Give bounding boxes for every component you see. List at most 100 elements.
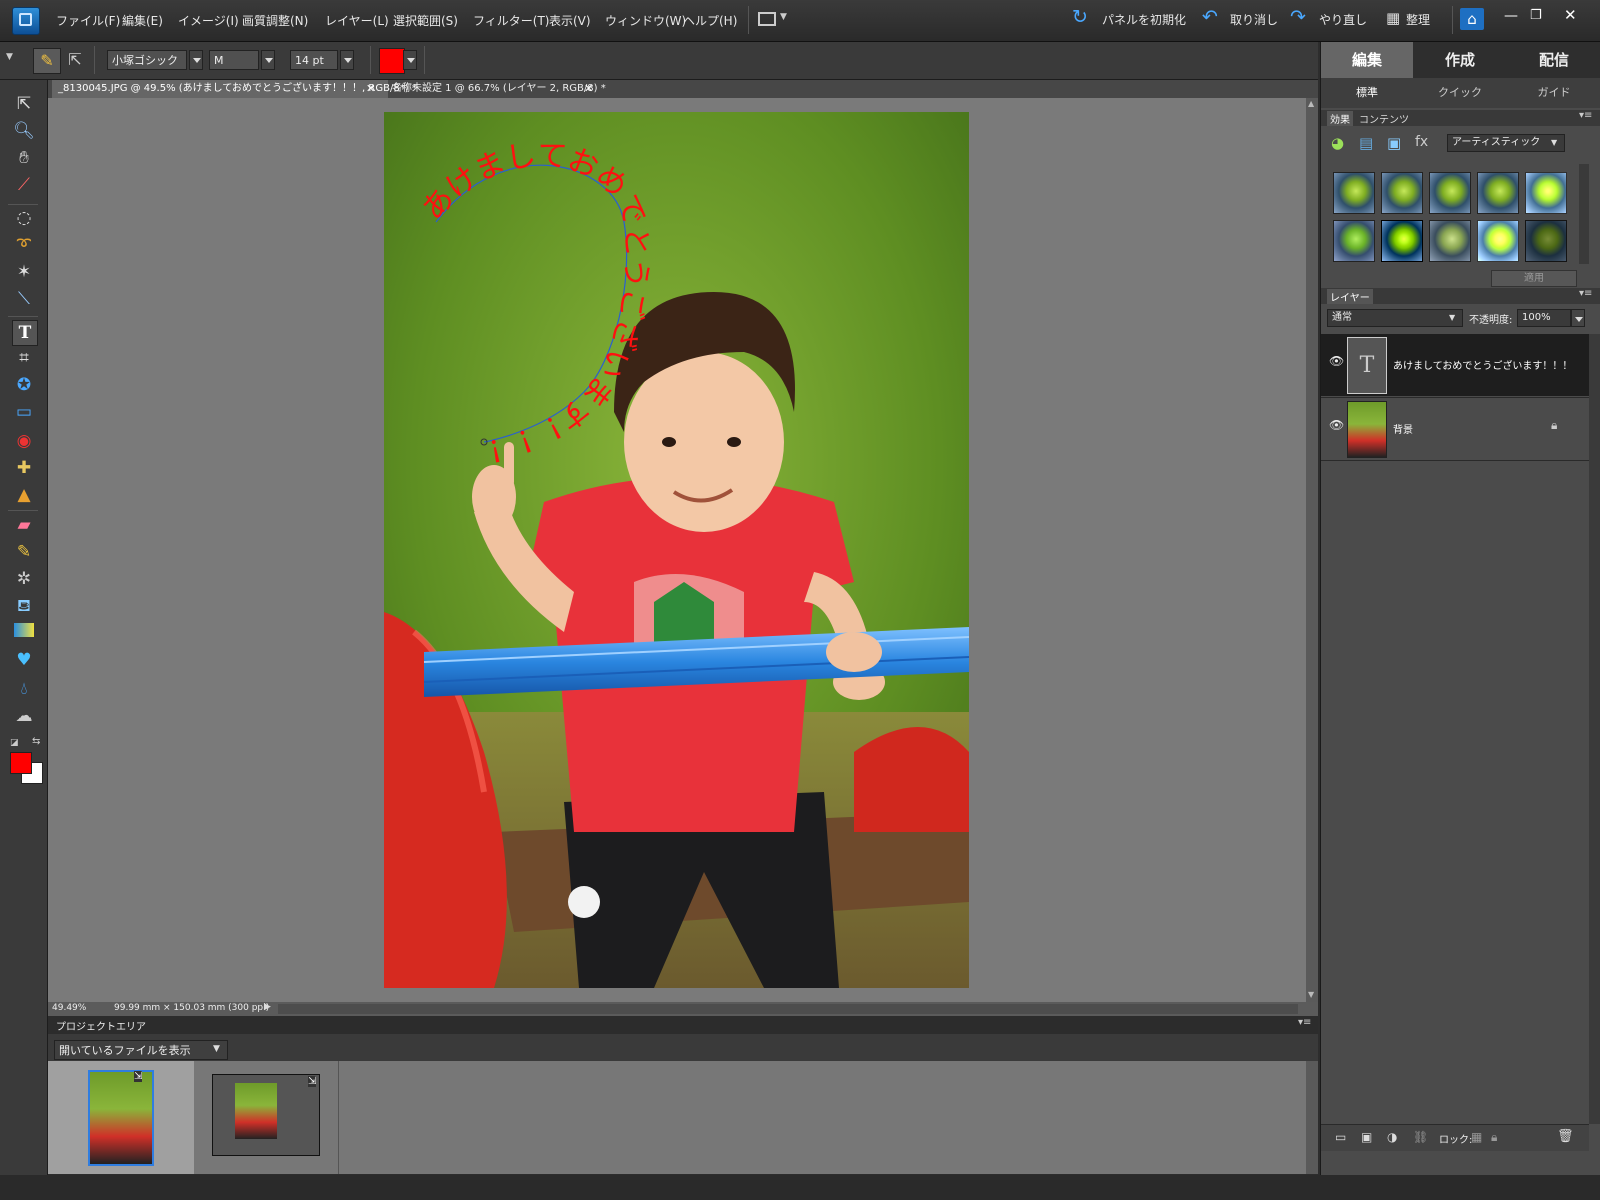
organize-button[interactable]: 整理 <box>1406 11 1430 28</box>
tab-close-icon[interactable]: ✕ <box>366 82 375 95</box>
undo-button[interactable]: 取り消し <box>1230 11 1278 28</box>
eye-icon[interactable]: 👁︎ <box>1329 418 1344 432</box>
pencil-tool-icon[interactable]: ✎ <box>12 540 36 564</box>
blend-mode-select[interactable]: 通常 <box>1327 309 1463 327</box>
subtab-quick[interactable]: クイック <box>1413 78 1507 108</box>
lock-all-icon[interactable]: 🔒︎ <box>1491 1130 1497 1145</box>
tool-preset-chevron-icon[interactable]: ▼ <box>6 52 13 62</box>
text-color-swatch[interactable] <box>379 48 405 74</box>
undo-icon[interactable]: ↶ <box>1202 6 1218 28</box>
home-icon[interactable]: ⌂ <box>1460 8 1484 30</box>
scroll-down-icon[interactable]: ▼ <box>1308 990 1314 999</box>
adjustment-layer-icon[interactable]: ◑ <box>1387 1130 1397 1144</box>
tab-document-2[interactable]: 名称未設定 1 @ 66.7% (レイヤー 2, RGB/8) * <box>386 80 606 98</box>
tab-document-1[interactable]: _8130045.JPG @ 49.5% (あけましておめでとうございます！！！… <box>52 80 417 98</box>
scroll-up-icon[interactable]: ▲ <box>1308 99 1314 108</box>
reset-panels-button[interactable]: パネルを初期化 <box>1102 11 1186 28</box>
subtab-full[interactable]: 標準 <box>1321 78 1413 108</box>
layers-scrollbar[interactable] <box>1589 334 1600 1124</box>
sponge-tool-icon[interactable]: ☁ <box>12 704 36 728</box>
crop-tool-icon[interactable]: ⌗ <box>12 346 36 370</box>
subtab-guided[interactable]: ガイド <box>1507 78 1600 108</box>
clone-stamp-tool-icon[interactable]: ▲ <box>12 483 36 507</box>
new-group-icon[interactable]: ▣ <box>1361 1130 1372 1144</box>
effect-thumbnail[interactable] <box>1429 172 1471 214</box>
tab-share[interactable]: 配信 <box>1507 42 1600 78</box>
healing-brush-tool-icon[interactable]: ✚ <box>12 456 36 480</box>
effect-thumbnail[interactable] <box>1333 220 1375 262</box>
eyedropper-tool-icon[interactable]: ⟋ <box>12 173 36 197</box>
magic-wand-tool-icon[interactable]: ✶ <box>12 260 36 284</box>
eraser-tool-icon[interactable]: ▰ <box>12 513 36 537</box>
tab-create[interactable]: 作成 <box>1413 42 1507 78</box>
effect-thumbnail[interactable] <box>1477 172 1519 214</box>
effect-thumbnail[interactable] <box>1333 172 1375 214</box>
font-family-chevron-icon[interactable] <box>189 50 203 70</box>
menu-filter[interactable]: フィルター(T) <box>473 12 549 29</box>
chevron-down-icon[interactable]: ▼ <box>1551 138 1557 147</box>
paint-bucket-tool-icon[interactable]: ⛾ <box>12 594 36 618</box>
canvas-vertical-scrollbar[interactable]: ▲ ▼ <box>1306 98 1318 1002</box>
redo-button[interactable]: やり直し <box>1319 11 1367 28</box>
effects-category-select[interactable]: アーティスティック <box>1447 134 1565 152</box>
menu-image[interactable]: イメージ(I) <box>178 12 239 29</box>
status-menu-arrow-icon[interactable]: ▶ <box>264 1002 271 1012</box>
project-thumbnail-1[interactable] <box>88 1070 154 1166</box>
filters-icon[interactable]: ◕ <box>1331 134 1353 154</box>
minimize-icon[interactable]: — <box>1504 8 1518 24</box>
effect-thumbnail[interactable] <box>1429 220 1471 262</box>
blur-tool-icon[interactable]: 💧︎ <box>12 677 36 701</box>
recompose-tool-icon[interactable]: ▭ <box>12 400 36 424</box>
zoom-tool-icon[interactable]: 🔍︎ <box>12 119 36 143</box>
font-style-chevron-icon[interactable] <box>261 50 275 70</box>
menu-select[interactable]: 選択範囲(S) <box>393 12 458 29</box>
gradient-tool-icon[interactable] <box>14 623 34 637</box>
shape-tool-icon[interactable]: ♥ <box>12 648 36 672</box>
link-layers-icon[interactable]: ⛓︎ <box>1413 1130 1428 1144</box>
quick-selection-tool-icon[interactable]: ⟍ <box>12 287 36 311</box>
tab-content[interactable]: コンテンツ <box>1359 111 1409 126</box>
apply-effect-button[interactable]: 適用 <box>1491 270 1577 287</box>
menu-file[interactable]: ファイル(F) <box>56 12 120 29</box>
tab-effects[interactable]: 効果 <box>1327 111 1353 126</box>
project-filter-select[interactable]: 開いているファイルを表示 <box>54 1040 228 1060</box>
organize-icon[interactable]: ▦ <box>1386 9 1400 27</box>
panel-menu-icon[interactable]: ▾≡ <box>1579 110 1592 121</box>
effect-thumbnail[interactable] <box>1477 220 1519 262</box>
swap-colors-icon[interactable]: ⇆ <box>32 736 40 747</box>
font-size-chevron-icon[interactable] <box>340 50 354 70</box>
menu-enhance[interactable]: 画質調整(N) <box>242 12 308 29</box>
close-icon[interactable]: ✕ <box>1564 6 1577 24</box>
hand-tool-icon[interactable]: ✋︎ <box>12 146 36 170</box>
menu-help[interactable]: ヘルプ(H) <box>683 12 737 29</box>
marquee-tool-icon[interactable]: ◌ <box>12 206 36 230</box>
panel-menu-icon[interactable]: ▾≡ <box>1298 1017 1311 1028</box>
chevron-down-icon[interactable]: ▼ <box>213 1044 220 1054</box>
app-logo-icon[interactable] <box>12 7 40 35</box>
layer-styles-icon[interactable]: ▤ <box>1359 134 1381 154</box>
effects-scrollbar[interactable] <box>1579 164 1589 264</box>
menu-layer[interactable]: レイヤー(L) <box>325 12 389 29</box>
lasso-tool-icon[interactable]: ➰︎ <box>12 233 36 257</box>
workspace-layout-icon[interactable] <box>758 12 776 26</box>
show-all-fx-icon[interactable]: fx <box>1415 134 1437 154</box>
font-size-select[interactable]: 14 pt <box>290 50 338 70</box>
effect-thumbnail[interactable] <box>1381 220 1423 262</box>
path-select-icon[interactable]: ⇱ <box>62 48 88 72</box>
document-image[interactable]: あけましておめでとうございます！！！ <box>384 112 969 988</box>
type-tool-icon[interactable]: T <box>12 320 38 346</box>
project-thumbnail-2[interactable] <box>212 1074 320 1156</box>
tab-close-icon[interactable]: ✕ <box>584 82 593 95</box>
redo-icon[interactable]: ↷ <box>1290 6 1306 28</box>
opacity-input[interactable]: 100% <box>1517 309 1571 327</box>
menu-window[interactable]: ウィンドウ(W) <box>605 12 686 29</box>
tab-edit[interactable]: 編集 <box>1321 42 1413 78</box>
photo-effects-icon[interactable]: ▣ <box>1387 134 1409 154</box>
effect-thumbnail[interactable] <box>1381 172 1423 214</box>
menu-edit[interactable]: 編集(E) <box>122 12 163 29</box>
menu-view[interactable]: 表示(V) <box>549 12 591 29</box>
new-layer-icon[interactable]: ▭ <box>1335 1130 1346 1144</box>
delete-layer-icon[interactable]: 🗑︎ <box>1557 1129 1574 1144</box>
brush-tool-icon[interactable]: ✲ <box>12 567 36 591</box>
restore-icon[interactable]: ❐ <box>1530 8 1542 23</box>
